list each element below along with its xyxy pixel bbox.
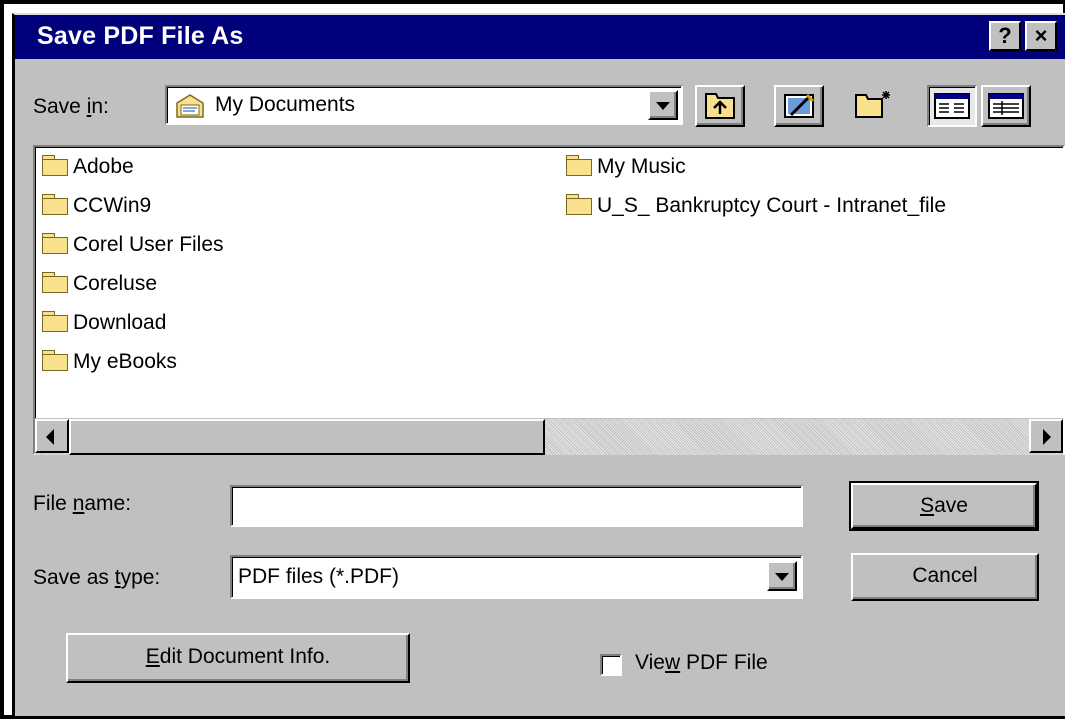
save-button-label: Save xyxy=(920,494,968,517)
desktop-icon xyxy=(784,93,815,118)
scroll-thumb[interactable] xyxy=(69,419,545,455)
folder-item[interactable]: Adobe xyxy=(41,153,134,181)
folder-item-label: Coreluse xyxy=(73,272,158,295)
folder-item-label: U_S_ Bankruptcy Court - Intranet_file xyxy=(597,194,947,217)
save-as-type-label: Save as type: xyxy=(33,566,161,589)
folder-icon xyxy=(41,271,69,294)
list-view-button[interactable] xyxy=(927,85,977,127)
horizontal-scrollbar[interactable] xyxy=(35,418,1063,455)
file-name-label: File name: xyxy=(33,492,132,515)
scroll-right-button[interactable] xyxy=(1029,419,1063,453)
folder-item[interactable]: Corel User Files xyxy=(41,231,224,259)
file-list[interactable]: Adobe CCWin9 Corel User Files Coreluse Downl… xyxy=(33,145,1065,455)
view-pdf-checkbox[interactable] xyxy=(600,654,622,676)
folder-item[interactable]: U_S_ Bankruptcy Court - Intranet_file xyxy=(565,192,946,220)
folder-icon xyxy=(41,193,69,216)
folder-item[interactable]: CCWin9 xyxy=(41,192,151,220)
save-pdf-dialog: Save PDF File As ? × Save in: My Documen… xyxy=(12,13,1065,716)
save-in-label: Save in: xyxy=(33,95,109,118)
folder-item-label: Adobe xyxy=(73,155,134,178)
save-in-dropdown-button[interactable] xyxy=(648,90,678,120)
view-pdf-label[interactable]: View PDF File xyxy=(635,651,768,675)
folder-icon xyxy=(41,154,69,177)
window-title: Save PDF File As xyxy=(37,22,244,50)
folder-icon xyxy=(41,310,69,333)
scroll-left-button[interactable] xyxy=(35,419,69,453)
folder-item-label: Corel User Files xyxy=(73,233,224,256)
folder-item[interactable]: My eBooks xyxy=(41,348,177,376)
title-bar[interactable]: Save PDF File As ? × xyxy=(15,15,1065,59)
close-button[interactable]: × xyxy=(1025,21,1057,51)
create-new-folder-button[interactable] xyxy=(850,85,900,127)
save-as-type-select[interactable]: PDF files (*.PDF) xyxy=(230,555,803,599)
file-name-input[interactable] xyxy=(230,485,803,527)
save-as-type-dropdown-button[interactable] xyxy=(767,561,797,591)
details-view-button[interactable] xyxy=(981,85,1031,127)
save-in-value: My Documents xyxy=(215,93,356,116)
cancel-button[interactable]: Cancel xyxy=(851,553,1039,601)
folder-icon xyxy=(565,193,593,216)
folder-item[interactable]: Coreluse xyxy=(41,270,157,298)
close-icon: × xyxy=(1034,23,1048,48)
edit-document-info-label: Edit Document Info. xyxy=(145,645,331,668)
help-button[interactable]: ? xyxy=(989,21,1021,51)
folder-item[interactable]: Download xyxy=(41,309,166,337)
new-folder-icon xyxy=(855,91,890,118)
arrow-left-icon xyxy=(46,429,54,445)
help-icon: ? xyxy=(998,23,1012,48)
folder-item-label: My Music xyxy=(597,155,686,178)
edit-document-info-button[interactable]: Edit Document Info. xyxy=(66,633,410,683)
save-in-combo[interactable]: My Documents xyxy=(165,85,683,125)
folder-icon xyxy=(41,232,69,255)
folder-item-label: My eBooks xyxy=(73,350,177,373)
up-one-level-button[interactable] xyxy=(695,85,745,127)
folder-item[interactable]: My Music xyxy=(565,153,686,181)
desktop-button[interactable] xyxy=(774,85,824,127)
cancel-button-label: Cancel xyxy=(912,564,978,587)
my-documents-icon xyxy=(175,93,205,124)
folder-item-label: Download xyxy=(73,311,167,334)
up-folder-icon xyxy=(705,93,735,119)
list-view-icon xyxy=(934,93,970,119)
folder-icon xyxy=(565,154,593,177)
chevron-down-icon xyxy=(656,102,670,110)
folder-icon xyxy=(41,349,69,372)
save-button[interactable]: Save xyxy=(849,481,1039,531)
details-view-icon xyxy=(988,93,1024,119)
chevron-down-icon xyxy=(775,573,789,581)
save-as-type-value: PDF files (*.PDF) xyxy=(238,565,400,588)
arrow-right-icon xyxy=(1043,429,1051,445)
folder-item-label: CCWin9 xyxy=(73,194,152,217)
